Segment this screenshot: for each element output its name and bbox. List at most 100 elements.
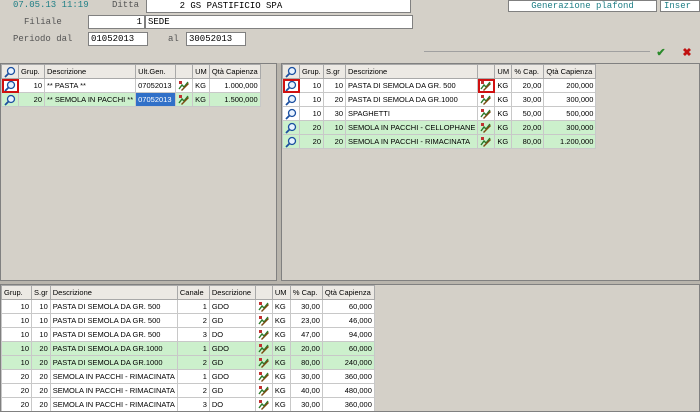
table-row[interactable]: 10 20 PASTA DI SEMOLA DA GR.1000 KG 30,00 300…	[282, 92, 597, 107]
tab-inser[interactable]: Inser	[660, 0, 700, 12]
cell-grup: 10	[1, 327, 32, 342]
cell-qta: 46,000	[321, 313, 375, 328]
cell-descrizione: ** PASTA **	[43, 78, 137, 93]
row-zoom-button[interactable]	[282, 78, 300, 93]
cell-ult-gen[interactable]: 07052013	[135, 92, 177, 107]
cell-sgr: 10	[323, 78, 346, 93]
row-edit-button[interactable]	[254, 397, 273, 411]
col-descrizione[interactable]: Descrizione	[43, 64, 137, 79]
col-grup[interactable]: Grup.	[299, 64, 324, 79]
cell-qta: 1.000,000	[208, 78, 261, 93]
col-grup[interactable]: Grup.	[18, 64, 45, 79]
table-row[interactable]: 20 20 SEMOLA IN PACCHI - RIMACINATA 1 GDO KG 3…	[1, 369, 375, 384]
col-um[interactable]: UM	[271, 285, 291, 300]
table-row[interactable]: 10 10 PASTA DI SEMOLA DA GR. 500 KG 20,00 200…	[282, 78, 597, 93]
row-edit-button[interactable]	[254, 341, 273, 356]
grid-zoom-header[interactable]	[282, 64, 300, 79]
cell-canale: 3	[176, 397, 210, 411]
cell-descrizione: PASTA DI SEMOLA DA GR. 500	[49, 313, 178, 328]
magnifier-icon	[4, 80, 16, 92]
cell-grup: 20	[1, 383, 32, 398]
cell-ult-gen[interactable]: 07052013	[135, 78, 177, 93]
col-sgr[interactable]: S.gr	[31, 285, 51, 300]
edit-chart-icon	[480, 81, 492, 91]
table-row[interactable]: 10 10 PASTA DI SEMOLA DA GR. 500 3 DO KG 47,00…	[1, 327, 375, 342]
cell-sgr: 10	[323, 120, 346, 135]
row-edit-button[interactable]	[175, 92, 194, 107]
row-zoom-button[interactable]	[282, 120, 300, 135]
col-descrizione[interactable]: Descrizione	[49, 285, 178, 300]
tab-generazione-plafond[interactable]: Generazione plafond	[508, 0, 657, 12]
table-row[interactable]: 20 20 SEMOLA IN PACCHI - RIMACINATA KG 80,00…	[282, 134, 597, 149]
col-um[interactable]: UM	[494, 64, 513, 79]
periodo-label: Periodo dal	[13, 34, 73, 44]
row-zoom-button[interactable]	[282, 92, 300, 107]
row-edit-button[interactable]	[175, 78, 194, 93]
cell-sgr: 20	[31, 369, 51, 384]
row-edit-button[interactable]	[477, 120, 496, 135]
col-um[interactable]: UM	[192, 64, 210, 79]
row-edit-button[interactable]	[254, 299, 273, 314]
row-edit-button[interactable]	[477, 92, 496, 107]
cell-descrizione: SEMOLA IN PACCHI - CELLOPHANE	[344, 120, 479, 135]
table-row[interactable]: 10 20 PASTA DI SEMOLA DA GR.1000 1 GDO KG 20,0…	[1, 341, 375, 356]
ditta-field[interactable]: 2 GS PASTIFICIO SPA	[146, 0, 411, 13]
cell-um: KG	[271, 327, 291, 342]
row-edit-button[interactable]	[477, 78, 496, 93]
periodo-from-field[interactable]: 01052013	[88, 32, 148, 46]
table-row[interactable]: 10 ** PASTA ** 07052013 KG 1.000,000	[1, 78, 261, 93]
cell-sgr: 20	[31, 383, 51, 398]
col-qta[interactable]: Qtà Capienza	[208, 64, 261, 79]
col-cap[interactable]: % Cap.	[511, 64, 545, 79]
col-canale[interactable]: Canale	[176, 285, 210, 300]
grid-zoom-header[interactable]	[1, 64, 19, 79]
x-icon[interactable]: ✖	[680, 46, 694, 60]
table-row[interactable]: 20 10 SEMOLA IN PACCHI - CELLOPHANE KG 20,00…	[282, 120, 597, 135]
cell-qta: 240,000	[321, 355, 375, 370]
row-zoom-button[interactable]	[1, 92, 19, 107]
cell-sgr: 10	[31, 313, 51, 328]
row-edit-button[interactable]	[477, 134, 496, 149]
periodo-to-field[interactable]: 30052013	[186, 32, 246, 46]
table-row[interactable]: 10 20 PASTA DI SEMOLA DA GR.1000 2 GD KG 80,00…	[1, 355, 375, 370]
col-grup[interactable]: Grup.	[1, 285, 32, 300]
edit-chart-icon	[480, 109, 492, 119]
cell-qta: 60,000	[321, 341, 375, 356]
table-row[interactable]: 20 20 SEMOLA IN PACCHI - RIMACINATA 2 GD KG 40…	[1, 383, 375, 398]
cell-sgr: 30	[323, 106, 346, 121]
col-sgr[interactable]: S.gr	[323, 64, 346, 79]
row-zoom-button[interactable]	[1, 78, 19, 93]
col-ult-gen[interactable]: Ult.Gen.	[135, 64, 177, 79]
check-icon[interactable]: ✔	[654, 46, 668, 60]
col-icon	[254, 285, 273, 300]
col-qta[interactable]: Qtà Capienza	[543, 64, 597, 79]
cell-um: KG	[494, 120, 513, 135]
row-edit-button[interactable]	[477, 106, 496, 121]
row-edit-button[interactable]	[254, 369, 273, 384]
row-edit-button[interactable]	[254, 383, 273, 398]
col-canale-descrizione[interactable]: Descrizione	[208, 285, 256, 300]
edit-chart-icon	[258, 330, 269, 340]
ditta-name: GS PASTIFICIO SPA	[190, 1, 283, 11]
cell-grup: 10	[18, 78, 45, 93]
col-qta[interactable]: Qtà Capienza	[321, 285, 375, 300]
row-zoom-button[interactable]	[282, 106, 300, 121]
cell-um: KG	[271, 383, 291, 398]
row-edit-button[interactable]	[254, 313, 273, 328]
row-edit-button[interactable]	[254, 355, 273, 370]
row-zoom-button[interactable]	[282, 134, 300, 149]
cell-qta: 200,000	[543, 78, 597, 93]
cell-grup: 20	[299, 120, 324, 135]
bottom-grid: Grup. S.gr Descrizione Canale Descrizion…	[1, 285, 375, 411]
filiale-code-field[interactable]: 1	[88, 15, 145, 29]
col-cap[interactable]: % Cap.	[289, 285, 323, 300]
table-row[interactable]: 10 10 PASTA DI SEMOLA DA GR. 500 1 GDO KG 30,0…	[1, 299, 375, 314]
row-edit-button[interactable]	[254, 327, 273, 342]
table-row[interactable]: 20 20 SEMOLA IN PACCHI - RIMACINATA 3 DO KG 30…	[1, 397, 375, 411]
col-descrizione[interactable]: Descrizione	[344, 64, 479, 79]
cell-grup: 10	[299, 106, 324, 121]
table-row[interactable]: 10 10 PASTA DI SEMOLA DA GR. 500 2 GD KG 23,00…	[1, 313, 375, 328]
table-row[interactable]: 10 30 SPAGHETTI KG 50,00 500,000	[282, 106, 597, 121]
cell-canale: 3	[176, 327, 210, 342]
table-row[interactable]: 20 ** SEMOLA IN PACCHI ** 07052013 KG 1.500,…	[1, 92, 261, 107]
